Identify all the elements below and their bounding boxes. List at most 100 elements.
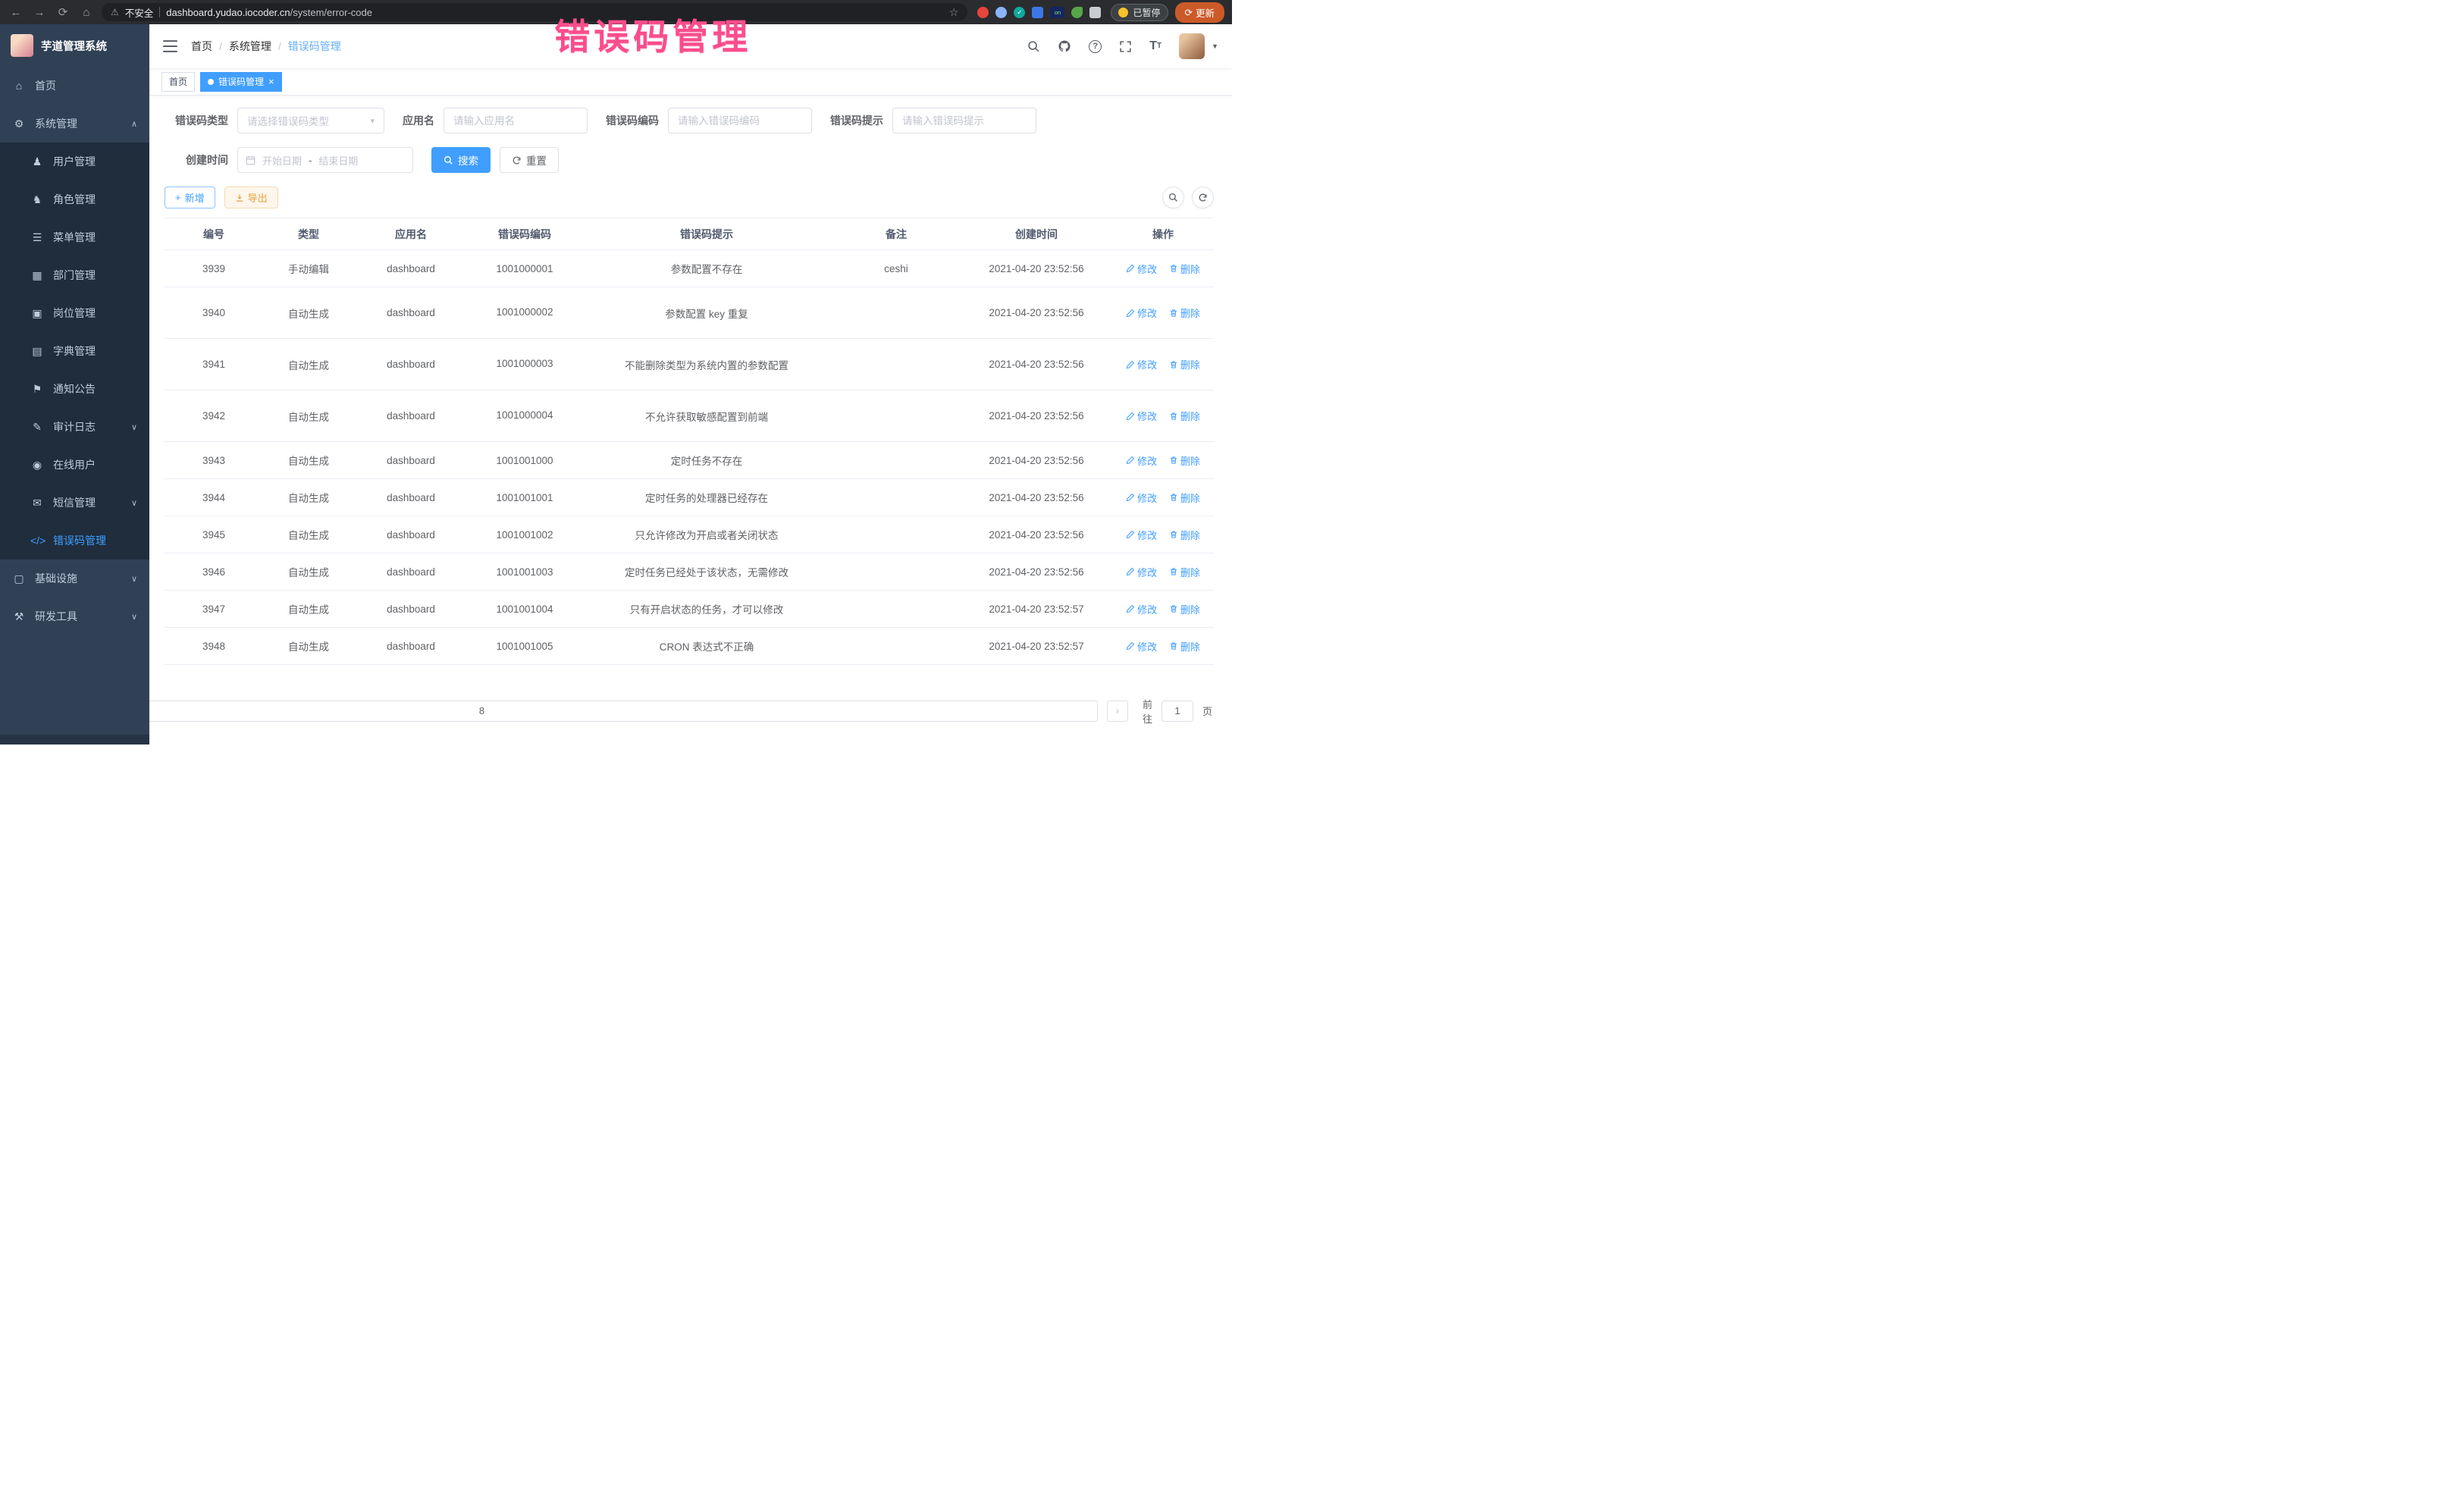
sidebar-item-审计日志[interactable]: ✎ 审计日志 ∨	[0, 408, 149, 446]
sidebar-item-菜单管理[interactable]: ☰ 菜单管理	[0, 218, 149, 256]
tags-view: 首页 错误码管理 ×	[149, 68, 1232, 96]
edit-link[interactable]: 修改	[1126, 262, 1157, 276]
sidebar-item-字典管理[interactable]: ▤ 字典管理	[0, 332, 149, 370]
date-range-picker[interactable]: 开始日期 - 结束日期	[237, 147, 413, 173]
extension-leaf-icon[interactable]	[1071, 7, 1083, 18]
column-header[interactable]: 错误码提示	[582, 218, 832, 250]
user-avatar[interactable]	[1179, 33, 1205, 59]
delete-link[interactable]: 删除	[1169, 491, 1200, 505]
forward-icon[interactable]: →	[31, 6, 48, 19]
font-size-icon[interactable]: TT	[1149, 40, 1161, 52]
fullscreen-icon[interactable]	[1119, 40, 1132, 53]
delete-link[interactable]: 删除	[1169, 639, 1200, 654]
add-button[interactable]: + 新增	[165, 187, 215, 208]
error-code-label: 错误码编码	[606, 113, 659, 128]
gear-icon: ⚙	[12, 118, 26, 130]
sidebar-item-研发工具[interactable]: ⚒ 研发工具 ∨	[0, 597, 149, 635]
column-header[interactable]: 创建时间	[961, 218, 1112, 250]
sidebar-item-角色管理[interactable]: ♞ 角色管理	[0, 180, 149, 218]
edit-link[interactable]: 修改	[1126, 565, 1157, 579]
sidebar-item-部门管理[interactable]: ▦ 部门管理	[0, 256, 149, 294]
breadcrumb-item[interactable]: 系统管理	[229, 39, 271, 54]
column-header[interactable]: 编号	[165, 218, 263, 250]
delete-link[interactable]: 删除	[1169, 602, 1200, 616]
edit-link[interactable]: 修改	[1126, 491, 1157, 505]
column-header[interactable]: 错误码编码	[468, 218, 582, 250]
help-icon[interactable]: ?	[1089, 40, 1102, 53]
delete-link[interactable]: 删除	[1169, 306, 1200, 320]
search-button[interactable]: 搜索	[431, 147, 491, 173]
extension-check-icon[interactable]: ✓	[1014, 7, 1025, 18]
dict-icon: ▤	[30, 345, 44, 358]
edit-link[interactable]: 修改	[1126, 409, 1157, 423]
cell-time: 2021-04-20 23:52:56	[961, 479, 1112, 516]
toggle-search-button[interactable]	[1162, 187, 1184, 208]
reset-button[interactable]: 重置	[500, 147, 559, 173]
cell-operations: 修改 删除	[1112, 339, 1214, 390]
edit-link[interactable]: 修改	[1126, 639, 1157, 654]
tab-tag-错误码管理[interactable]: 错误码管理 ×	[200, 72, 282, 92]
refresh-table-button[interactable]	[1192, 187, 1214, 208]
url-text[interactable]: dashboard.yudao.iocoder.cn/system/error-…	[166, 7, 943, 18]
next-page-button[interactable]: ›	[1107, 701, 1128, 722]
extension-grid-icon[interactable]	[1032, 7, 1043, 18]
extension-red-icon[interactable]	[977, 7, 989, 18]
delete-link[interactable]: 删除	[1169, 528, 1200, 542]
column-header[interactable]: 操作	[1112, 218, 1214, 250]
breadcrumb-item[interactable]: 首页	[191, 39, 212, 54]
search-icon[interactable]	[1027, 40, 1040, 53]
error-hint-input[interactable]	[892, 108, 1036, 133]
sidebar-item-错误码管理[interactable]: </> 错误码管理	[0, 522, 149, 560]
back-icon[interactable]: ←	[8, 6, 24, 19]
cell-app: dashboard	[354, 516, 468, 553]
chevron-icon: ∨	[131, 574, 137, 584]
sidebar-item-在线用户[interactable]: ◉ 在线用户	[0, 446, 149, 484]
reload-icon[interactable]: ⟳	[55, 5, 71, 19]
extension-on-icon[interactable]: on	[1050, 7, 1064, 18]
paused-badge[interactable]: 已暂停	[1111, 4, 1168, 21]
extension-blue-icon[interactable]	[995, 7, 1007, 18]
avatar-caret-icon[interactable]: ▼	[1212, 42, 1218, 50]
cell-app: dashboard	[354, 479, 468, 516]
update-button[interactable]: ⟳更新	[1175, 2, 1225, 23]
delete-link[interactable]: 删除	[1169, 453, 1200, 468]
extensions-puzzle-icon[interactable]	[1089, 7, 1101, 18]
sidebar-item-系统管理[interactable]: ⚙ 系统管理 ∧	[0, 105, 149, 143]
error-type-select[interactable]: 请选择错误码类型 ▾	[237, 108, 384, 133]
update-icon: ⟳	[1185, 7, 1193, 18]
sidebar-item-首页[interactable]: ⌂ 首页	[0, 67, 149, 105]
sidebar-item-基础设施[interactable]: ▢ 基础设施 ∨	[0, 560, 149, 597]
column-header[interactable]: 类型	[263, 218, 354, 250]
cell-remark	[832, 591, 961, 628]
edit-link[interactable]: 修改	[1126, 528, 1157, 542]
sidebar-collapse-bar[interactable]	[0, 735, 149, 744]
edit-link[interactable]: 修改	[1126, 602, 1157, 616]
delete-link[interactable]: 删除	[1169, 565, 1200, 579]
trash-icon	[1169, 604, 1178, 613]
bookmark-star-icon[interactable]: ☆	[949, 6, 959, 19]
edit-link[interactable]: 修改	[1126, 357, 1157, 371]
delete-link[interactable]: 删除	[1169, 262, 1200, 276]
export-button[interactable]: 导出	[224, 187, 278, 208]
column-header[interactable]: 应用名	[354, 218, 468, 250]
browser-home-icon[interactable]: ⌂	[78, 6, 95, 19]
goto-page-input[interactable]	[1161, 701, 1193, 722]
logo[interactable]: 芋道管理系统	[0, 24, 149, 67]
app-name-input[interactable]	[444, 108, 588, 133]
delete-link[interactable]: 删除	[1169, 409, 1200, 423]
github-icon[interactable]	[1058, 39, 1071, 53]
delete-link[interactable]: 删除	[1169, 357, 1200, 371]
edit-link[interactable]: 修改	[1126, 453, 1157, 468]
edit-link[interactable]: 修改	[1126, 306, 1157, 320]
sidebar-item-短信管理[interactable]: ✉ 短信管理 ∨	[0, 484, 149, 522]
sidebar-item-用户管理[interactable]: ♟ 用户管理	[0, 143, 149, 180]
tab-tag-首页[interactable]: 首页	[161, 72, 195, 92]
hamburger-icon[interactable]	[163, 40, 177, 52]
error-code-input[interactable]	[668, 108, 812, 133]
url-bar[interactable]: ⚠ 不安全 dashboard.yudao.iocoder.cn/system/…	[102, 3, 967, 21]
page-button[interactable]: 8	[149, 701, 1098, 722]
close-icon[interactable]: ×	[268, 77, 274, 86]
column-header[interactable]: 备注	[832, 218, 961, 250]
sidebar-item-岗位管理[interactable]: ▣ 岗位管理	[0, 294, 149, 332]
sidebar-item-通知公告[interactable]: ⚑ 通知公告	[0, 370, 149, 408]
